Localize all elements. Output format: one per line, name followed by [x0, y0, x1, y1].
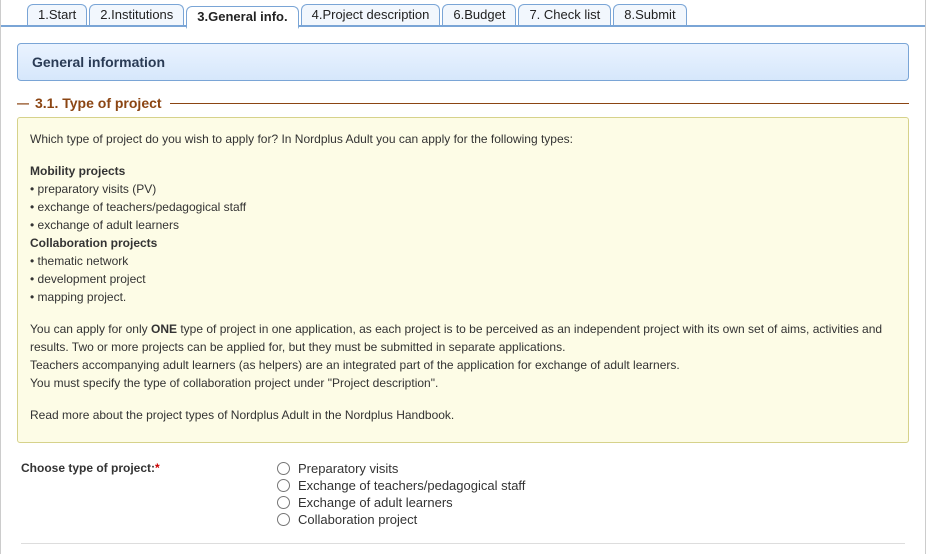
radio-input[interactable]	[277, 479, 290, 492]
radio-label: Exchange of adult learners	[298, 495, 453, 510]
info-teachers-line: Teachers accompanying adult learners (as…	[30, 356, 896, 374]
mobility-item: • preparatory visits (PV)	[30, 180, 896, 198]
mobility-item: • exchange of teachers/pedagogical staff	[30, 198, 896, 216]
mobility-heading: Mobility projects	[30, 162, 896, 180]
choose-project-label: Choose type of project:*	[21, 461, 277, 475]
required-mark: *	[155, 461, 160, 475]
collab-item: • thematic network	[30, 252, 896, 270]
divider	[21, 543, 905, 544]
section-title: 3.1. Type of project	[35, 95, 162, 111]
info-one-line: You can apply for only ONE type of proje…	[30, 320, 896, 356]
radio-collaboration-project[interactable]: Collaboration project	[277, 512, 525, 527]
collab-item: • mapping project.	[30, 288, 896, 306]
collab-item: • development project	[30, 270, 896, 288]
choose-project-row: Choose type of project:* Preparatory vis…	[17, 457, 909, 537]
tab-general-info[interactable]: 3.General info.	[186, 6, 298, 29]
info-handbook-line: Read more about the project types of Nor…	[30, 406, 896, 424]
tab-start[interactable]: 1.Start	[27, 4, 87, 25]
radio-input[interactable]	[277, 462, 290, 475]
radio-preparatory-visits[interactable]: Preparatory visits	[277, 461, 525, 476]
info-box: Which type of project do you wish to app…	[17, 117, 909, 443]
tab-bar: 1.Start 2.Institutions 3.General info. 4…	[1, 0, 925, 27]
section-header: — 3.1. Type of project	[17, 95, 909, 111]
mobility-item: • exchange of adult learners	[30, 216, 896, 234]
tab-project-description[interactable]: 4.Project description	[301, 4, 441, 25]
info-intro: Which type of project do you wish to app…	[30, 130, 896, 148]
project-type-radio-group: Preparatory visits Exchange of teachers/…	[277, 461, 525, 527]
panel-title: General information	[17, 43, 909, 81]
collab-heading: Collaboration projects	[30, 234, 896, 252]
tab-check-list[interactable]: 7. Check list	[518, 4, 611, 25]
tab-submit[interactable]: 8.Submit	[613, 4, 686, 25]
radio-exchange-learners[interactable]: Exchange of adult learners	[277, 495, 525, 510]
radio-exchange-teachers[interactable]: Exchange of teachers/pedagogical staff	[277, 478, 525, 493]
radio-label: Exchange of teachers/pedagogical staff	[298, 478, 525, 493]
info-specify-line: You must specify the type of collaborati…	[30, 374, 896, 392]
radio-label: Preparatory visits	[298, 461, 398, 476]
radio-label: Collaboration project	[298, 512, 417, 527]
tab-institutions[interactable]: 2.Institutions	[89, 4, 184, 25]
radio-input[interactable]	[277, 496, 290, 509]
radio-input[interactable]	[277, 513, 290, 526]
tab-budget[interactable]: 6.Budget	[442, 4, 516, 25]
section-rule	[170, 103, 909, 104]
section-dash-icon: —	[17, 96, 29, 110]
